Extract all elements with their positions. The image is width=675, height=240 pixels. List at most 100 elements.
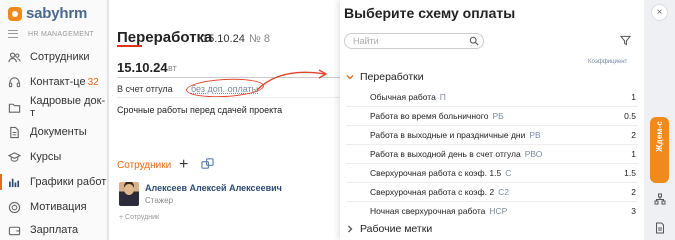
sidebar-item-label: Графики работ xyxy=(30,176,107,188)
counter-badge: 32 xyxy=(87,76,99,88)
sidebar-item-documents[interactable]: Документы xyxy=(0,121,108,143)
sidebar-item-label: Мотивация xyxy=(30,201,87,213)
scheme-name: Ночная сверхурочная работа НСР xyxy=(370,206,507,216)
sidebar-item-hr-docs[interactable]: Кадровые док-т xyxy=(0,95,108,119)
bar-chart-icon xyxy=(9,178,20,187)
scheme-name: Работа в выходной день в счет отгула РВО xyxy=(370,149,542,159)
sidebar-item-label: Кадровые док-т xyxy=(30,95,106,119)
group-work-marks[interactable]: Рабочие метки xyxy=(340,221,644,237)
sidebar-item-label: Курсы xyxy=(30,151,62,163)
sidebar-item-label: Контакт-це xyxy=(30,76,86,88)
scheme-code: РВ xyxy=(529,130,541,140)
scheme-coefficient: 1 xyxy=(631,92,636,102)
search-icon[interactable] xyxy=(469,36,479,46)
scheme-label: Сверхурочная работа с коэф. 1.5 xyxy=(370,168,502,178)
work-date[interactable]: 15.10.24 xyxy=(117,60,168,75)
headset-icon xyxy=(8,76,21,87)
sidebar-item-contact-center[interactable]: Контакт-це 32 xyxy=(0,71,108,93)
compensation-label: В счет отгула xyxy=(117,84,173,94)
chevron-right-icon xyxy=(348,225,353,233)
scheme-label: Работа в выходные и праздничные дни xyxy=(370,130,526,140)
search-box xyxy=(344,33,484,49)
scheme-code: РБ xyxy=(492,111,504,121)
employee-name[interactable]: Алексеев Алексей Алексеевич xyxy=(145,183,282,193)
employee-role: Стажер xyxy=(145,196,174,205)
scheme-label: Обычная работа xyxy=(370,92,436,102)
scheme-name: Обычная работа П xyxy=(370,92,446,102)
target-icon xyxy=(8,201,21,213)
list-item[interactable]: Работа в выходной день в счет отгула РВО … xyxy=(340,145,644,164)
add-employee-button[interactable]: + xyxy=(179,156,188,174)
group-label: Рабочие метки xyxy=(360,223,433,235)
scheme-coefficient: 0.5 xyxy=(624,111,636,121)
sidebar-item-employees[interactable]: Сотрудники xyxy=(0,46,108,68)
section-label: HR MANAGEMENT xyxy=(28,30,95,38)
coefficient-column-header: Коэффициент xyxy=(588,59,628,65)
add-staff-link[interactable]: + Сотрудник xyxy=(119,214,159,221)
document-icon[interactable] xyxy=(654,222,666,234)
logo-icon xyxy=(8,6,22,21)
menu-icon[interactable] xyxy=(8,30,18,38)
filter-icon[interactable] xyxy=(620,35,631,46)
scheme-label: Работа во время больничного xyxy=(370,111,489,121)
list-item[interactable]: Работа в выходные и праздничные дни РВ 2 xyxy=(340,126,644,145)
sidebar-item-motivation[interactable]: Мотивация xyxy=(0,196,108,218)
scheme-name: Сверхурочная работа с коэф. 2 С2 xyxy=(370,187,509,197)
sidebar-item-schedules[interactable]: Графики работ xyxy=(0,171,108,193)
scheme-code: С2 xyxy=(498,187,509,197)
sidebar-item-courses[interactable]: Курсы xyxy=(0,146,108,168)
annotation-arrow-icon xyxy=(256,69,328,91)
hierarchy-icon[interactable] xyxy=(654,193,666,205)
scheme-coefficient: 1.5 xyxy=(624,168,636,178)
scheme-code: П xyxy=(439,92,446,102)
scheme-code: НСР xyxy=(489,206,508,216)
hr-management-row: HR MANAGEMENT xyxy=(8,30,94,38)
sidebar-item-salary[interactable]: Зарплата xyxy=(0,219,108,240)
group-overtime[interactable]: Переработки xyxy=(340,69,644,85)
scheme-coefficient: 2 xyxy=(631,130,636,140)
list-item[interactable]: Сверхурочная работа с коэф. 2 С2 2 xyxy=(340,183,644,202)
scheme-name: Работа во время больничного РБ xyxy=(370,111,504,121)
sidebar: sabyhrm HR MANAGEMENT Сотрудники Контакт… xyxy=(0,0,108,240)
chevron-down-icon xyxy=(346,75,354,80)
staff-section-title: Сотрудники xyxy=(117,160,172,171)
title-underline xyxy=(117,45,142,47)
group-label: Переработки xyxy=(360,71,424,83)
people-icon xyxy=(8,51,21,62)
scheme-name: Сверхурочная работа с коэф. 1.5 С xyxy=(370,168,511,178)
close-button[interactable]: × xyxy=(651,4,668,21)
sidebar-item-label: Зарплата xyxy=(30,224,79,236)
scheme-label: Работа в выходной день в счет отгула xyxy=(370,149,521,159)
panel-title: Выберите схему оплаты xyxy=(344,5,516,21)
logo[interactable]: sabyhrm xyxy=(8,5,87,22)
sidebar-item-label: Документы xyxy=(30,126,87,138)
divider xyxy=(117,97,341,98)
scheme-coefficient: 1 xyxy=(631,149,636,159)
list-item[interactable]: Обычная работа П 1 xyxy=(340,88,644,107)
sidebar-item-label: Сотрудники xyxy=(30,51,90,63)
folder-icon xyxy=(8,103,21,113)
search-input[interactable] xyxy=(353,36,463,46)
weekday: вт xyxy=(168,63,177,73)
scheme-name: Работа в выходные и праздничные дни РВ xyxy=(370,130,541,140)
highlight-ellipse xyxy=(185,76,265,100)
page-title: Переработка xyxy=(117,29,213,46)
scheme-label: Сверхурочная работа с коэф. 2 xyxy=(370,187,495,197)
document-date: 15.10.24 xyxy=(202,33,245,45)
scheme-code: С xyxy=(505,168,512,178)
scheme-label: Ночная сверхурочная работа xyxy=(370,206,486,216)
description-text[interactable]: Срочные работы перед сдачей проекта xyxy=(117,105,282,115)
graduation-cap-icon xyxy=(8,151,21,162)
document-icon xyxy=(10,126,19,138)
document-number: № 8 xyxy=(249,33,270,45)
waiting-status-badge[interactable]: Ждем-с xyxy=(650,117,669,183)
link-employees-icon[interactable] xyxy=(201,157,214,170)
scheme-coefficient: 3 xyxy=(631,206,636,216)
list-item[interactable]: Ночная сверхурочная работа НСР 3 xyxy=(340,202,644,221)
list-item[interactable]: Сверхурочная работа с коэф. 1.5 С 1.5 xyxy=(340,164,644,183)
overtime-card: Переработка 15.10.24 № 8 15.10.24 вт В с… xyxy=(108,0,341,240)
close-icon: × xyxy=(656,7,663,18)
list-item[interactable]: Работа во время больничного РБ 0.5 xyxy=(340,107,644,126)
scheme-coefficient: 2 xyxy=(631,187,636,197)
scheme-code: РВО xyxy=(524,149,543,159)
